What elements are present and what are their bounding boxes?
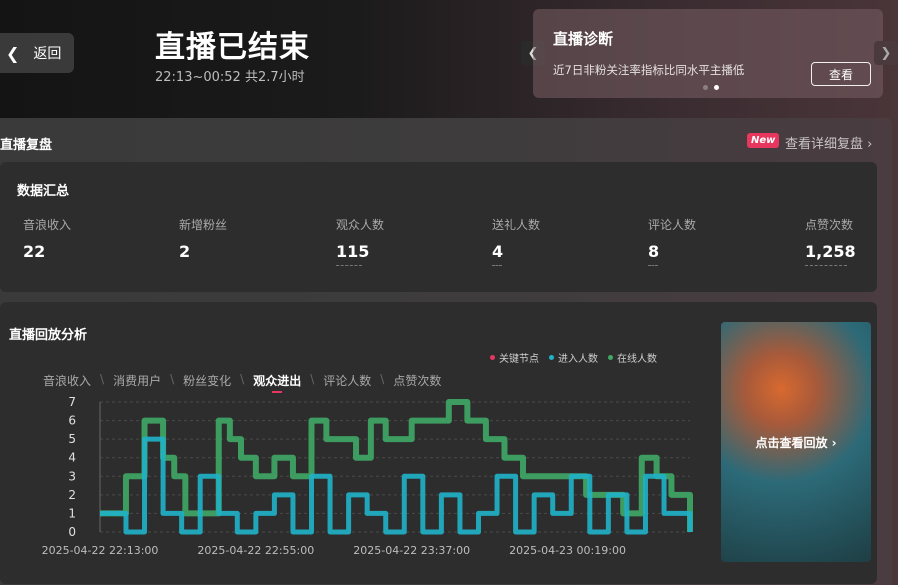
carousel-next-button[interactable]: ❯	[874, 41, 898, 65]
legend-key-nodes[interactable]: 关键节点	[490, 350, 539, 365]
metric-commenters[interactable]: 评论人数 8	[648, 216, 696, 266]
y-tick-label: 2	[68, 488, 76, 502]
top-bar: ❮ 返回 直播已结束 22:13~00:52 共2.7小时 ❮ 直播诊断 近7日…	[0, 0, 898, 108]
legend-label: 进入人数	[558, 354, 598, 365]
diagnosis-text: 近7日非粉关注率指标比同水平主播低	[553, 63, 745, 77]
replay-analysis-card: 直播回放分析 关键节点 进入人数 在线人数 音浪收入 \ 消费用户 \ 粉丝变化…	[0, 302, 877, 584]
live-duration: 22:13~00:52 共2.7小时	[155, 70, 305, 85]
tab-separator: \	[380, 372, 385, 386]
legend-dot	[490, 355, 495, 360]
metric-label: 点赞次数	[805, 218, 854, 232]
metric-label: 观众人数	[336, 218, 385, 232]
metric-likes[interactable]: 点赞次数 1,258	[805, 216, 856, 266]
metric-gift-income: 音浪收入 22	[23, 216, 71, 261]
chart-legend: 关键节点 进入人数 在线人数	[490, 350, 657, 365]
carousel-dots	[703, 85, 719, 90]
x-tick-label: 2025-04-22 22:55:00	[197, 544, 314, 557]
y-tick-label: 6	[68, 414, 76, 428]
legend-label: 关键节点	[499, 354, 539, 365]
analysis-tabs: 音浪收入 \ 消费用户 \ 粉丝变化 \ 观众进出 \ 评论人数 \ 点赞次数	[43, 372, 441, 393]
replay-thumbnail[interactable]: 点击查看回放 ›	[721, 322, 871, 562]
metric-gift-senders[interactable]: 送礼人数 4	[492, 216, 540, 266]
y-tick-label: 0	[68, 525, 76, 539]
y-tick-label: 4	[68, 451, 76, 465]
replay-label: 点击查看回放 ›	[755, 435, 837, 450]
tab-gift-income[interactable]: 音浪收入	[43, 372, 91, 389]
tab-separator: \	[310, 372, 315, 386]
tab-likes[interactable]: 点赞次数	[393, 372, 441, 389]
metric-label: 音浪收入	[23, 218, 72, 232]
metric-underline	[492, 263, 502, 266]
carousel-dot[interactable]	[703, 85, 708, 90]
y-tick-label: 3	[68, 469, 76, 483]
tab-separator: \	[100, 372, 105, 386]
y-tick-label: 7	[68, 395, 76, 409]
legend-enter-count[interactable]: 进入人数	[549, 350, 598, 365]
metric-viewers[interactable]: 观众人数 115	[336, 216, 384, 266]
tab-viewer-flow[interactable]: 观众进出	[253, 372, 301, 393]
detail-review-link[interactable]: 查看详细复盘 ›	[785, 133, 872, 152]
diagnosis-title: 直播诊断	[553, 30, 614, 48]
metric-value: 115	[336, 242, 370, 261]
tab-commenters[interactable]: 评论人数	[323, 372, 371, 389]
viewer-flow-chart[interactable]: 0 1 2 3 4 5 6 7 2025-04-22 22:13:00 2025-04-22 22…	[0, 390, 700, 580]
legend-dot	[608, 355, 613, 360]
metric-value: 2	[179, 242, 191, 261]
metric-underline	[336, 263, 362, 266]
chevron-left-icon: ❮	[6, 43, 20, 63]
tab-separator: \	[240, 372, 245, 386]
tab-fan-change[interactable]: 粉丝变化	[183, 372, 231, 389]
x-tick-label: 2025-04-23 00:19:00	[509, 544, 626, 557]
page-title: 直播已结束	[155, 30, 310, 65]
y-tick-label: 5	[68, 432, 76, 446]
metric-value: 22	[23, 242, 46, 261]
metric-label: 评论人数	[648, 218, 697, 232]
data-summary-card: 数据汇总 音浪收入 22 新增粉丝 2 观众人数 115 送礼人数 4 评论人数…	[0, 162, 877, 292]
y-tick-label: 1	[68, 506, 76, 520]
metric-value: 8	[648, 242, 660, 261]
review-title: 直播复盘	[0, 138, 53, 153]
review-panel: 直播复盘 New 查看详细复盘 › 数据汇总 音浪收入 22 新增粉丝 2 观众…	[0, 118, 892, 585]
tab-paying-users[interactable]: 消费用户	[113, 372, 161, 389]
back-label: 返回	[33, 46, 62, 62]
diagnosis-card: 直播诊断 近7日非粉关注率指标比同水平主播低 查看	[533, 9, 883, 98]
metric-label: 送礼人数	[492, 218, 541, 232]
carousel-dot-active[interactable]	[714, 85, 719, 90]
back-button[interactable]: ❮ 返回	[0, 33, 74, 73]
metric-new-fans: 新增粉丝 2	[179, 216, 227, 261]
metric-value: 4	[492, 242, 504, 261]
legend-online-count[interactable]: 在线人数	[608, 350, 657, 365]
new-badge: New	[747, 133, 780, 148]
diagnosis-view-button[interactable]: 查看	[811, 62, 871, 86]
x-tick-label: 2025-04-22 23:37:00	[353, 544, 470, 557]
legend-dot	[549, 355, 554, 360]
series-line-enter	[100, 436, 693, 535]
metric-underline	[648, 263, 658, 266]
analysis-title: 直播回放分析	[9, 328, 88, 343]
tab-separator: \	[170, 372, 175, 386]
metric-value: 1,258	[805, 242, 856, 261]
x-tick-label: 2025-04-22 22:13:00	[42, 544, 159, 557]
metric-label: 新增粉丝	[179, 218, 228, 232]
metric-underline	[805, 263, 847, 266]
legend-label: 在线人数	[617, 354, 657, 365]
series-line-online	[100, 399, 693, 532]
summary-title: 数据汇总	[17, 184, 70, 199]
